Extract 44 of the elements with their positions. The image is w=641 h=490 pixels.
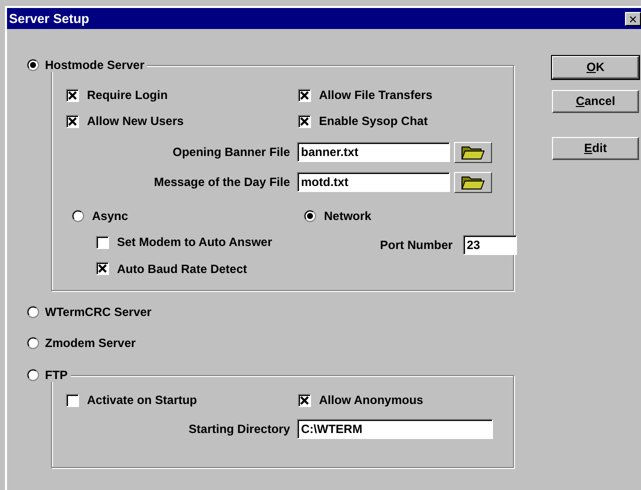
checkbox-label: Allow File Transfers	[319, 88, 432, 102]
text-field[interactable]: banner.txt	[297, 142, 450, 162]
field-label: Message of the Day File	[152, 175, 290, 190]
dialog-button[interactable]: Cancel	[552, 90, 639, 113]
checkbox[interactable]	[298, 88, 311, 102]
checkbox[interactable]	[298, 115, 311, 128]
checkbox-label: Allow Anonymous	[319, 392, 424, 408]
radio-label: Network	[324, 208, 372, 224]
dialog-button[interactable]: OK	[552, 56, 639, 79]
field-label: Opening Banner File	[172, 145, 290, 160]
browse-button[interactable]	[454, 172, 492, 193]
radio-label: Async	[92, 208, 128, 224]
radio-button[interactable]	[27, 368, 39, 381]
dialog-button[interactable]: Edit	[552, 137, 639, 160]
radio-button[interactable]	[27, 59, 39, 71]
checkbox[interactable]	[96, 236, 109, 249]
radio-label: Hostmode Server	[43, 58, 148, 72]
folder-icon	[461, 174, 485, 190]
checkbox-label: Auto Baud Rate Detect	[117, 262, 248, 276]
checkbox-label: Require Login	[87, 88, 168, 102]
checkbox-label: Set Modem to Auto Answer	[117, 235, 272, 250]
close-button[interactable]: ×	[625, 12, 641, 26]
text-field[interactable]: motd.txt	[297, 172, 450, 192]
checkbox[interactable]	[66, 88, 79, 102]
radio-button[interactable]	[304, 210, 316, 222]
folder-icon	[461, 144, 485, 160]
browse-button[interactable]	[454, 142, 492, 163]
checkbox[interactable]	[66, 394, 79, 407]
field-label: Port Number	[380, 238, 453, 253]
checkbox[interactable]	[66, 115, 79, 128]
field-label: Starting Directory	[188, 422, 290, 437]
radio-label: WTermCRC Server	[43, 304, 154, 320]
text-field[interactable]: C:\WTERM	[297, 419, 493, 440]
checkbox-label: Enable Sysop Chat	[319, 114, 428, 129]
text-field[interactable]: 23	[462, 235, 517, 256]
radio-button[interactable]	[72, 210, 84, 222]
window-title: Server Setup	[9, 10, 90, 26]
radio-button[interactable]	[27, 336, 39, 349]
checkbox-label: Allow New Users	[87, 114, 184, 129]
checkbox[interactable]	[96, 262, 109, 276]
checkbox-label: Activate on Startup	[87, 392, 198, 408]
radio-label: FTP	[43, 368, 71, 382]
radio-button[interactable]	[27, 306, 39, 318]
checkbox[interactable]	[298, 394, 311, 407]
